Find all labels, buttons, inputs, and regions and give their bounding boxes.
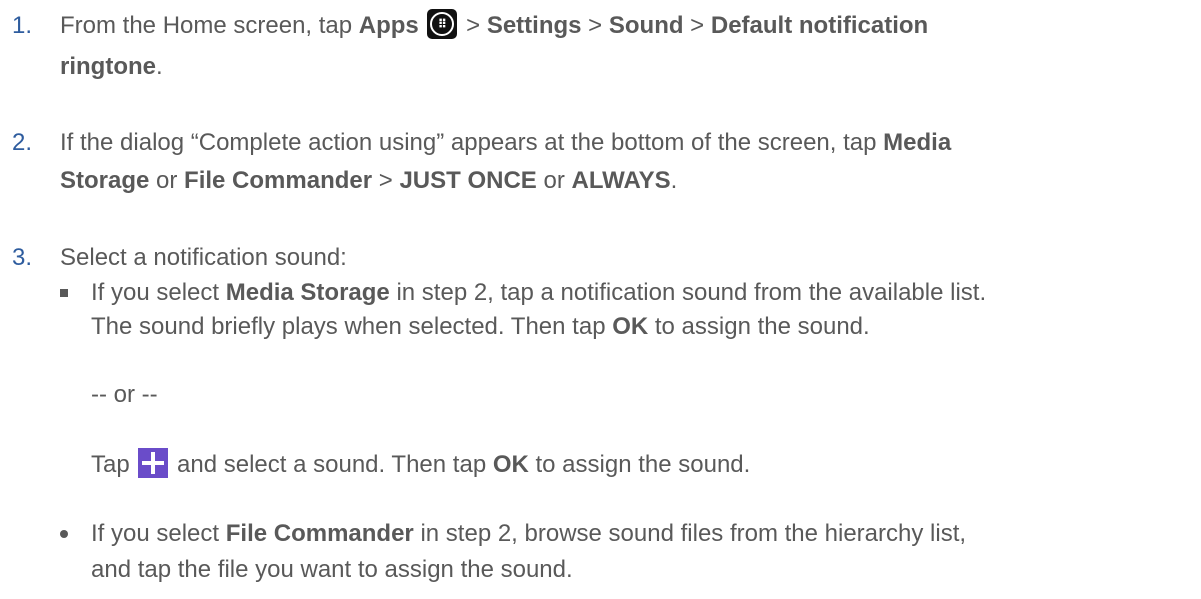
step-3-text: Select a notification sound: [60, 244, 347, 271]
step-number-1: 1. [12, 12, 33, 39]
apps-label: Apps [358, 12, 419, 39]
or-separator: -- or -- [91, 381, 158, 408]
step-2-line-2: Storage or File Commander > JUST ONCE or… [60, 167, 678, 194]
sub-a-line-3: Tap and select a sound. Then tap OK to a… [91, 448, 750, 482]
sound-label: Sound [608, 12, 684, 39]
media-label: Media [883, 129, 952, 156]
just-once-label: JUST ONCE [399, 167, 537, 194]
step-number-2: 2. [12, 129, 33, 156]
ok-label-2: OK [492, 451, 529, 478]
plus-icon [138, 448, 169, 478]
settings-label: Settings [486, 12, 582, 39]
sub-b-line-1: If you select File Commander in step 2, … [91, 520, 967, 547]
apps-grid-icon: ⠿ [427, 9, 458, 39]
storage-label: Storage [60, 167, 150, 194]
step-2-line-1: If the dialog “Complete action using” ap… [60, 129, 952, 156]
sub-a-line-1: If you select Media Storage in step 2, t… [91, 279, 987, 306]
default-notification-label: Default notification [710, 12, 929, 39]
dot-bullet-icon [60, 530, 68, 538]
sub-a-line-2: The sound briefly plays when selected. T… [91, 313, 870, 340]
media-storage-label: Media Storage [225, 279, 390, 306]
sub-b-line-2: and tap the file you want to assign the … [91, 556, 573, 583]
file-commander-label: File Commander [184, 167, 373, 194]
step-1-line-2: ringtone. [60, 53, 163, 80]
file-commander-label-2: File Commander [225, 520, 414, 547]
square-bullet-icon [60, 289, 68, 297]
step-1-line-1: From the Home screen, tap Apps ⠿ > Setti… [60, 9, 928, 43]
always-label: ALWAYS [571, 167, 671, 194]
ringtone-label: ringtone [60, 53, 156, 80]
ok-label: OK [612, 313, 649, 340]
step-number-3: 3. [12, 244, 33, 271]
